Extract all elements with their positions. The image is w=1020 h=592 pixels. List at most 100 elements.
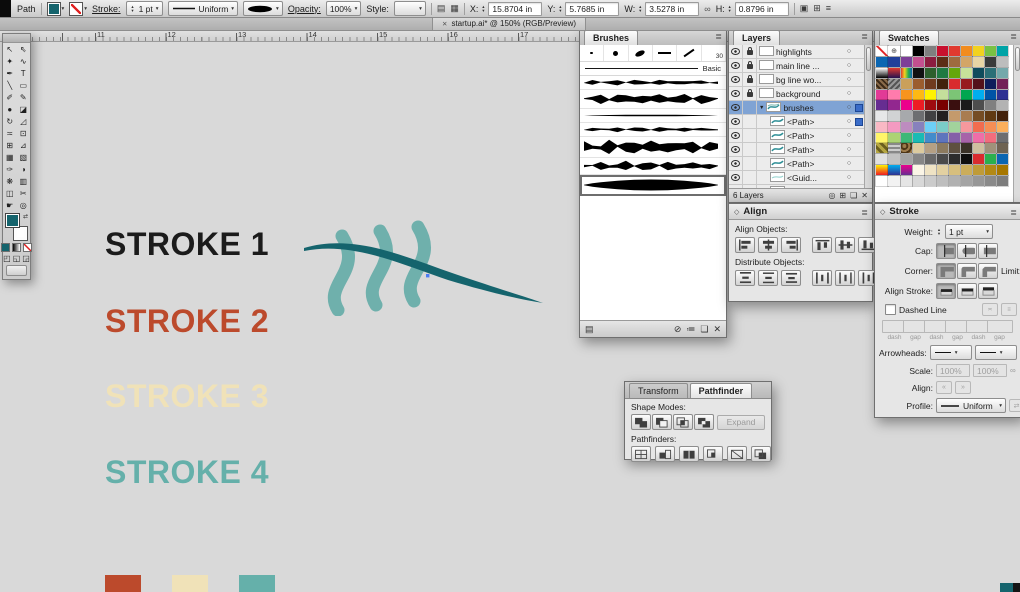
layer-row[interactable]: bg line wo... ○ xyxy=(729,73,865,87)
swatch[interactable] xyxy=(911,174,925,187)
arrowhead-end-combo[interactable]: ▾ xyxy=(974,345,1017,360)
swatch[interactable] xyxy=(911,153,925,166)
swatch[interactable] xyxy=(984,163,998,176)
brush-tapered-stroke[interactable] xyxy=(580,175,726,196)
brush-rough-medium[interactable] xyxy=(580,158,726,175)
swatch[interactable] xyxy=(899,77,913,90)
swatch[interactable] xyxy=(887,153,901,166)
swatch[interactable]: ⊕ xyxy=(887,45,901,58)
arrow-scale-start-field[interactable]: 100% xyxy=(936,364,970,377)
panel-menu-icon[interactable]: ≣ xyxy=(1010,32,1017,41)
swatch[interactable] xyxy=(947,88,962,101)
swatch[interactable] xyxy=(947,99,962,112)
swatch[interactable] xyxy=(947,153,962,166)
swatch[interactable] xyxy=(875,120,889,133)
swatch[interactable] xyxy=(984,56,998,69)
stroke-color-chip[interactable]: ▾ xyxy=(69,1,87,16)
swatch[interactable] xyxy=(971,88,986,101)
cap-projecting-button[interactable] xyxy=(978,243,998,259)
swatch[interactable] xyxy=(911,88,925,101)
gradient-tool[interactable]: ▧ xyxy=(17,151,31,163)
layer-thumbnail[interactable] xyxy=(759,59,774,72)
swatch[interactable] xyxy=(959,163,974,176)
swatch[interactable] xyxy=(984,77,998,90)
swatch[interactable] xyxy=(935,56,950,69)
align-panel-header[interactable]: ◇ Align ≣ xyxy=(729,204,872,220)
swatch[interactable] xyxy=(959,153,974,166)
brush-libraries-icon[interactable]: ▤ xyxy=(585,324,594,334)
horizontal-distribute-left-button[interactable] xyxy=(812,270,832,286)
swatch[interactable] xyxy=(959,45,974,58)
unite-button[interactable] xyxy=(631,414,651,430)
layer-row[interactable]: background ○ xyxy=(729,87,865,101)
y-position-field[interactable]: 5.7685 in xyxy=(565,1,620,16)
arrange-icon[interactable]: ⊞ xyxy=(813,3,821,14)
shape-builder-tool[interactable]: ⊞ xyxy=(3,139,17,151)
brush-flat-oval[interactable] xyxy=(629,45,653,61)
swatch[interactable] xyxy=(923,56,938,69)
swatch[interactable] xyxy=(899,131,913,144)
swatch[interactable] xyxy=(923,120,938,133)
transform-options-icon[interactable]: ▣ xyxy=(800,3,809,14)
swatch[interactable] xyxy=(875,153,889,166)
layer-visibility-toggle[interactable] xyxy=(729,115,743,128)
window-resize-corner[interactable] xyxy=(1013,583,1020,592)
stroke-panel-header[interactable]: ◇ Stroke ≣ xyxy=(875,204,1020,220)
swatch[interactable] xyxy=(923,99,938,112)
tab-brushes[interactable]: Brushes xyxy=(584,30,639,45)
swatch[interactable] xyxy=(971,142,986,155)
swatch[interactable] xyxy=(959,56,974,69)
rectangle-tool[interactable]: ▭ xyxy=(17,79,31,91)
line-segment-tool[interactable]: ╲ xyxy=(3,79,17,91)
swatch[interactable] xyxy=(875,131,889,144)
blend-tool[interactable]: ◑ xyxy=(17,163,31,175)
document-setup-icon[interactable]: ▤ xyxy=(437,3,446,14)
brush-definition-combo[interactable]: ▾ xyxy=(243,1,283,16)
align-stroke-inside-button[interactable] xyxy=(957,283,977,299)
swatch[interactable] xyxy=(996,142,1010,155)
stroke-color-indicator[interactable] xyxy=(13,226,28,241)
swap-fill-stroke-icon[interactable]: ⇄ xyxy=(23,213,28,220)
layer-visibility-toggle[interactable] xyxy=(729,129,743,142)
layer-target-icon[interactable]: ○ xyxy=(843,160,855,167)
swatch[interactable] xyxy=(911,131,925,144)
width-tool[interactable]: ≍ xyxy=(3,127,17,139)
corner-round-button[interactable] xyxy=(957,263,977,279)
exclude-button[interactable] xyxy=(694,414,714,430)
trim-button[interactable] xyxy=(655,446,675,462)
layer-thumbnail[interactable] xyxy=(770,143,785,156)
swatch[interactable] xyxy=(935,45,950,58)
brush-fine-line[interactable] xyxy=(580,109,726,123)
brush-light-rough-line[interactable] xyxy=(580,123,726,137)
swatch[interactable] xyxy=(875,88,889,101)
y-stepper[interactable]: ▴ ▾ xyxy=(557,5,563,12)
lasso-tool[interactable]: ∿ xyxy=(17,55,31,67)
layer-visibility-toggle[interactable] xyxy=(729,87,743,100)
eraser-tool[interactable]: ◪ xyxy=(17,103,31,115)
eyedropper-tool[interactable]: ✑ xyxy=(3,163,17,175)
swatch[interactable] xyxy=(971,153,986,166)
delete-layer-icon[interactable]: ✕ xyxy=(861,191,868,200)
merge-button[interactable] xyxy=(679,446,699,462)
brush-chalk-heavy[interactable] xyxy=(580,90,726,109)
swatch[interactable] xyxy=(887,56,901,69)
swatch[interactable] xyxy=(875,77,889,90)
delete-brush-icon[interactable]: ✕ xyxy=(713,324,721,335)
layer-row[interactable]: <Path> ○ xyxy=(729,143,865,157)
layer-lock-toggle[interactable] xyxy=(743,143,757,156)
new-sublayer-icon[interactable]: ⊞ xyxy=(839,191,846,200)
layer-thumbnail[interactable] xyxy=(770,129,785,142)
layer-name[interactable]: <Path> xyxy=(787,117,814,127)
constrain-proportions-icon[interactable]: ∞ xyxy=(704,4,710,14)
swatch[interactable] xyxy=(935,174,950,187)
layer-lock-toggle[interactable] xyxy=(743,115,757,128)
swatch[interactable] xyxy=(887,99,901,112)
horizontal-align-right-button[interactable] xyxy=(781,237,801,253)
swatch[interactable] xyxy=(899,56,913,69)
layer-lock-toggle[interactable] xyxy=(743,45,757,58)
mesh-tool[interactable]: ▦ xyxy=(3,151,17,163)
swatch[interactable] xyxy=(971,131,986,144)
swatch[interactable] xyxy=(984,174,998,187)
layer-lock-toggle[interactable] xyxy=(743,59,757,72)
none-button[interactable] xyxy=(23,243,32,252)
